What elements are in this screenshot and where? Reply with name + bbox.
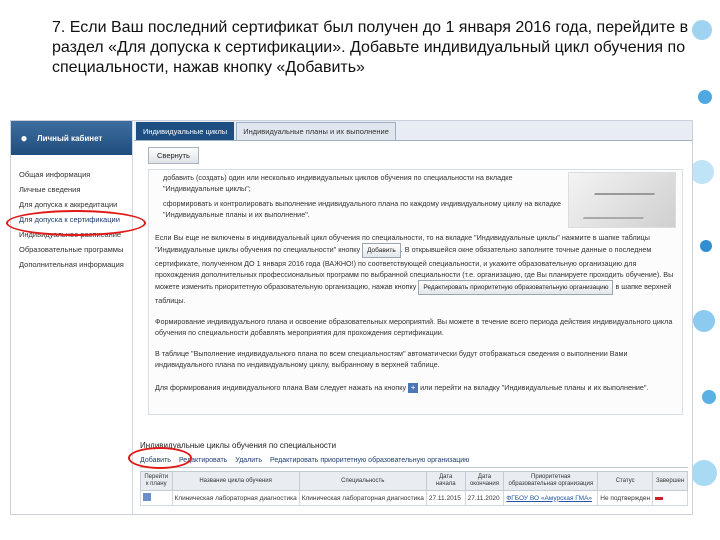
cell-completed <box>652 490 688 506</box>
sidebar-item-extra[interactable]: Дополнительная информация <box>19 257 132 272</box>
table-header-row: Перейти к плану Название цикла обучения … <box>140 471 688 491</box>
collapse-button[interactable]: Свернуть <box>148 147 199 164</box>
col-specialty: Специальность <box>298 471 427 491</box>
highlight-add-oval <box>128 447 192 469</box>
tab-individual-cycles[interactable]: Индивидуальные циклы <box>136 122 235 140</box>
col-status: Статус <box>597 471 654 491</box>
cell-end-date: 27.11.2020 <box>464 490 505 506</box>
cell-status: Не подтвержден <box>597 490 654 506</box>
info-paragraph-6: Для формирования индивидуального плана В… <box>155 382 675 394</box>
plan-row-icon[interactable] <box>143 493 151 501</box>
screenshot-window: ● Личный кабинет Общая информация Личные… <box>10 120 693 515</box>
col-cycle-name: Название цикла обучения <box>171 471 300 491</box>
cell-cycle-name: Клиническая лабораторная диагностика <box>171 490 300 506</box>
table-row[interactable]: Клиническая лабораторная диагностика Кли… <box>140 490 688 506</box>
tab-individual-plans[interactable]: Индивидуальные планы и их выполнение <box>236 122 396 140</box>
info-paragraph-4: Формирование индивидуального плана и осв… <box>155 317 673 337</box>
highlight-certification-oval <box>6 210 146 236</box>
info-paragraph-5: В таблице "Выполнение индивидуального пл… <box>155 349 628 369</box>
cycles-table: Перейти к плану Название цикла обучения … <box>140 471 688 506</box>
col-start-date: Дата начала <box>425 471 466 491</box>
cell-start-date: 27.11.2015 <box>425 490 466 506</box>
sidebar-item-personal[interactable]: Личные сведения <box>19 182 132 197</box>
sidebar-title: Личный кабинет <box>37 133 103 143</box>
col-end-date: Дата окончания <box>464 471 505 491</box>
tab-bar: Индивидуальные циклы Индивидуальные план… <box>134 121 692 141</box>
delete-button[interactable]: Удалить <box>235 457 262 464</box>
cell-specialty: Клиническая лабораторная диагностика <box>298 490 427 506</box>
info-panel: добавить (создать) один или несколько ин… <box>148 169 683 415</box>
info-bullet-1: добавить (создать) один или несколько ин… <box>163 173 513 193</box>
col-priority-org: Приоритетная образовательная организация <box>503 471 599 491</box>
sidebar-item-programs[interactable]: Образовательные программы <box>19 242 132 257</box>
info-paragraph-3: Если Вы еще не включены в индивидуальный… <box>155 232 675 306</box>
cycles-toolbar: Добавить Редактировать Удалить Редактиро… <box>140 454 688 468</box>
sidebar: ● Личный кабинет Общая информация Личные… <box>11 121 133 514</box>
user-icon: ● <box>20 131 28 145</box>
sidebar-header: ● Личный кабинет <box>11 121 132 155</box>
inline-add-button[interactable]: Добавить <box>362 243 401 258</box>
edit-priority-button[interactable]: Редактировать приоритетную образовательн… <box>270 457 469 464</box>
main-panel: Индивидуальные циклы Индивидуальные план… <box>134 121 692 514</box>
info-bullet-2: сформировать и контролировать выполнение… <box>163 199 562 219</box>
book-illustration <box>568 172 676 228</box>
remove-icon[interactable] <box>655 496 664 500</box>
info-p6-text-b: или перейти на вкладку "Индивидуальные п… <box>420 383 649 392</box>
sidebar-item-general[interactable]: Общая информация <box>19 167 132 182</box>
col-go-to-plan: Перейти к плану <box>140 471 173 491</box>
col-completed: Завершен <box>652 471 688 491</box>
slide-title: 7. Если Ваш последний сертификат был пол… <box>52 19 689 76</box>
cell-priority-org: ФГБОУ ВО «Амурская ГМА» <box>503 490 599 506</box>
inline-edit-priority-button[interactable]: Редактировать приоритетную образовательн… <box>418 280 614 295</box>
plan-icon[interactable]: + <box>408 383 419 394</box>
cell-go-to-plan[interactable] <box>140 490 173 506</box>
org-link[interactable]: ФГБОУ ВО «Амурская ГМА» <box>506 495 592 502</box>
info-p6-text-a: Для формирования индивидуального плана В… <box>155 383 407 392</box>
